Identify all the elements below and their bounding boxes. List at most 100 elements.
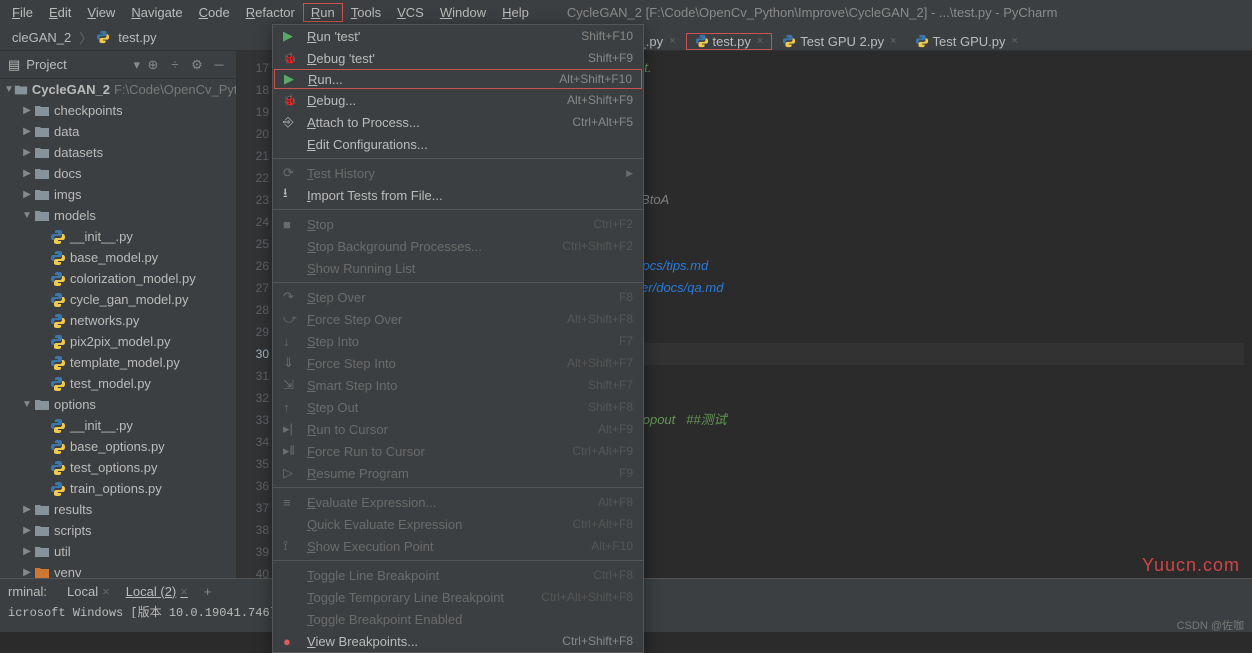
breadcrumb-file[interactable]: test.py — [114, 30, 160, 45]
tree-arrow-icon[interactable]: ▶ — [20, 546, 34, 557]
project-panel-header: ▤ Project ▾ ⊕ ÷ ⚙ ─ — [0, 51, 236, 79]
editor-tab[interactable]: test.py× — [686, 33, 773, 50]
tree-arrow-icon[interactable]: ▶ — [20, 168, 34, 179]
menu-item-debug[interactable]: 🐞Debug...Alt+Shift+F9 — [273, 89, 643, 111]
tree-arrow-icon[interactable]: ▶ — [20, 147, 34, 158]
close-icon[interactable]: × — [890, 35, 896, 47]
gear-icon[interactable]: ⚙ — [188, 56, 206, 74]
tree-folder[interactable]: ▶imgs — [0, 184, 236, 205]
menu-item-debug-test[interactable]: 🐞Debug 'test'Shift+F9 — [273, 47, 643, 69]
menu-item-quick-evaluate-expression: Quick Evaluate ExpressionCtrl+Alt+F8 — [273, 513, 643, 535]
tree-folder[interactable]: ▶checkpoints — [0, 100, 236, 121]
tree-arrow-icon[interactable]: ▼ — [20, 399, 34, 410]
tree-folder[interactable]: ▼ models — [0, 205, 236, 226]
terminal-tab[interactable]: Local× — [59, 584, 118, 599]
tree-folder[interactable]: ▶results — [0, 499, 236, 520]
project-tree[interactable]: ▼ CycleGAN_2 F:\Code\OpenCv_Pytho ▶check… — [0, 79, 236, 579]
tree-file[interactable]: __init__.py — [0, 415, 236, 436]
target-icon[interactable]: ⊕ — [144, 56, 162, 74]
tree-file[interactable]: template_model.py — [0, 352, 236, 373]
tree-label: __init__.py — [70, 418, 133, 433]
close-icon[interactable]: × — [669, 35, 675, 47]
menu-item-run-test[interactable]: ▶Run 'test'Shift+F10 — [273, 25, 643, 47]
menu-view[interactable]: View — [79, 3, 123, 22]
tree-arrow-icon[interactable]: ▼ — [20, 210, 34, 221]
bug-icon: 🐞 — [283, 94, 299, 107]
close-icon[interactable]: × — [757, 35, 763, 47]
tree-file[interactable]: base_model.py — [0, 247, 236, 268]
tree-folder[interactable]: ▶data — [0, 121, 236, 142]
menu-file[interactable]: File — [4, 3, 41, 22]
menu-tools[interactable]: Tools — [343, 3, 389, 22]
menu-item-attach-to-process[interactable]: ⎆Attach to Process...Ctrl+Alt+F5 — [273, 111, 643, 133]
tree-folder[interactable]: ▶util — [0, 541, 236, 562]
tree-label: __init__.py — [70, 229, 133, 244]
tree-arrow-icon[interactable]: ▶ — [20, 189, 34, 200]
shortcut-label: Alt+Shift+F8 — [567, 312, 633, 326]
menu-run[interactable]: Run — [303, 3, 343, 22]
menu-edit[interactable]: Edit — [41, 3, 79, 22]
terminal-tab[interactable]: Local (2)× — [118, 584, 196, 599]
close-icon[interactable]: × — [102, 584, 110, 599]
python-icon — [50, 439, 66, 455]
collapse-icon[interactable]: ÷ — [166, 56, 184, 74]
tree-file[interactable]: cycle_gan_model.py — [0, 289, 236, 310]
tree-folder[interactable]: ▶scripts — [0, 520, 236, 541]
tree-arrow-icon[interactable]: ▶ — [20, 504, 34, 515]
tree-file[interactable]: networks.py — [0, 310, 236, 331]
menu-item-import-tests-from-file[interactable]: ⭳Import Tests from File... — [273, 184, 643, 206]
tree-folder[interactable]: ▶venv — [0, 562, 236, 579]
menu-label: Run 'test' — [307, 29, 581, 44]
tree-folder[interactable]: ▶docs — [0, 163, 236, 184]
menu-item-edit-configurations[interactable]: Edit Configurations... — [273, 133, 643, 155]
add-terminal-button[interactable]: + — [204, 584, 212, 599]
menu-item-show-running-list: Show Running List — [273, 257, 643, 279]
menu-label: View Breakpoints... — [307, 634, 562, 649]
menu-label: Toggle Temporary Line Breakpoint — [307, 590, 541, 605]
tree-label: models — [54, 208, 96, 223]
menu-window[interactable]: Window — [432, 3, 494, 22]
breadcrumb-root[interactable]: cleGAN_2 — [8, 30, 75, 45]
shortcut-label: F8 — [619, 290, 633, 304]
menu-vcs[interactable]: VCS — [389, 3, 432, 22]
close-icon[interactable]: × — [180, 584, 188, 599]
menu-label: Force Run to Cursor — [307, 444, 572, 459]
tree-arrow-icon[interactable]: ▶ — [20, 567, 34, 578]
menu-refactor[interactable]: Refactor — [238, 3, 303, 22]
tab-label: Test GPU 2.py — [800, 34, 884, 49]
shortcut-label: Shift+F10 — [581, 29, 633, 43]
menu-item-run[interactable]: ▶Run...Alt+Shift+F10 — [274, 69, 642, 89]
chevron-right-icon: 〉 — [79, 28, 92, 47]
project-root[interactable]: ▼ CycleGAN_2 F:\Code\OpenCv_Pytho — [0, 79, 236, 100]
menu-label: Step Into — [307, 334, 619, 349]
menu-navigate[interactable]: Navigate — [123, 3, 190, 22]
editor-tab[interactable]: Test GPU.py × — [907, 34, 1026, 49]
tab-label: Test GPU.py — [933, 34, 1006, 49]
tree-arrow-icon[interactable]: ▶ — [20, 525, 34, 536]
menu-label: Toggle Line Breakpoint — [307, 568, 593, 583]
tree-file[interactable]: pix2pix_model.py — [0, 331, 236, 352]
tree-file[interactable]: colorization_model.py — [0, 268, 236, 289]
menu-help[interactable]: Help — [494, 3, 537, 22]
hide-icon[interactable]: ─ — [210, 56, 228, 74]
menu-item-step-out: ↑Step OutShift+F8 — [273, 396, 643, 418]
shortcut-label: F7 — [619, 334, 633, 348]
menu-label: Debug... — [307, 93, 567, 108]
tree-arrow-icon[interactable]: ▶ — [20, 105, 34, 116]
tree-folder[interactable]: ▼options — [0, 394, 236, 415]
python-icon — [50, 229, 66, 245]
menu-item-view-breakpoints[interactable]: ●View Breakpoints...Ctrl+Shift+F8 — [273, 630, 643, 652]
tree-file[interactable]: base_options.py — [0, 436, 236, 457]
attach-icon: ⎆ — [283, 114, 299, 130]
tree-file[interactable]: __init__.py — [0, 226, 236, 247]
menu-code[interactable]: Code — [191, 3, 238, 22]
tree-label: networks.py — [70, 313, 139, 328]
tree-folder[interactable]: ▶datasets — [0, 142, 236, 163]
tree-file[interactable]: test_model.py — [0, 373, 236, 394]
tree-arrow-icon[interactable]: ▶ — [20, 126, 34, 137]
close-icon[interactable]: × — [1011, 35, 1017, 47]
editor-tab[interactable]: Test GPU 2.py × — [774, 34, 904, 49]
tree-file[interactable]: train_options.py — [0, 478, 236, 499]
shortcut-label: Alt+F8 — [598, 495, 633, 509]
tree-file[interactable]: test_options.py — [0, 457, 236, 478]
